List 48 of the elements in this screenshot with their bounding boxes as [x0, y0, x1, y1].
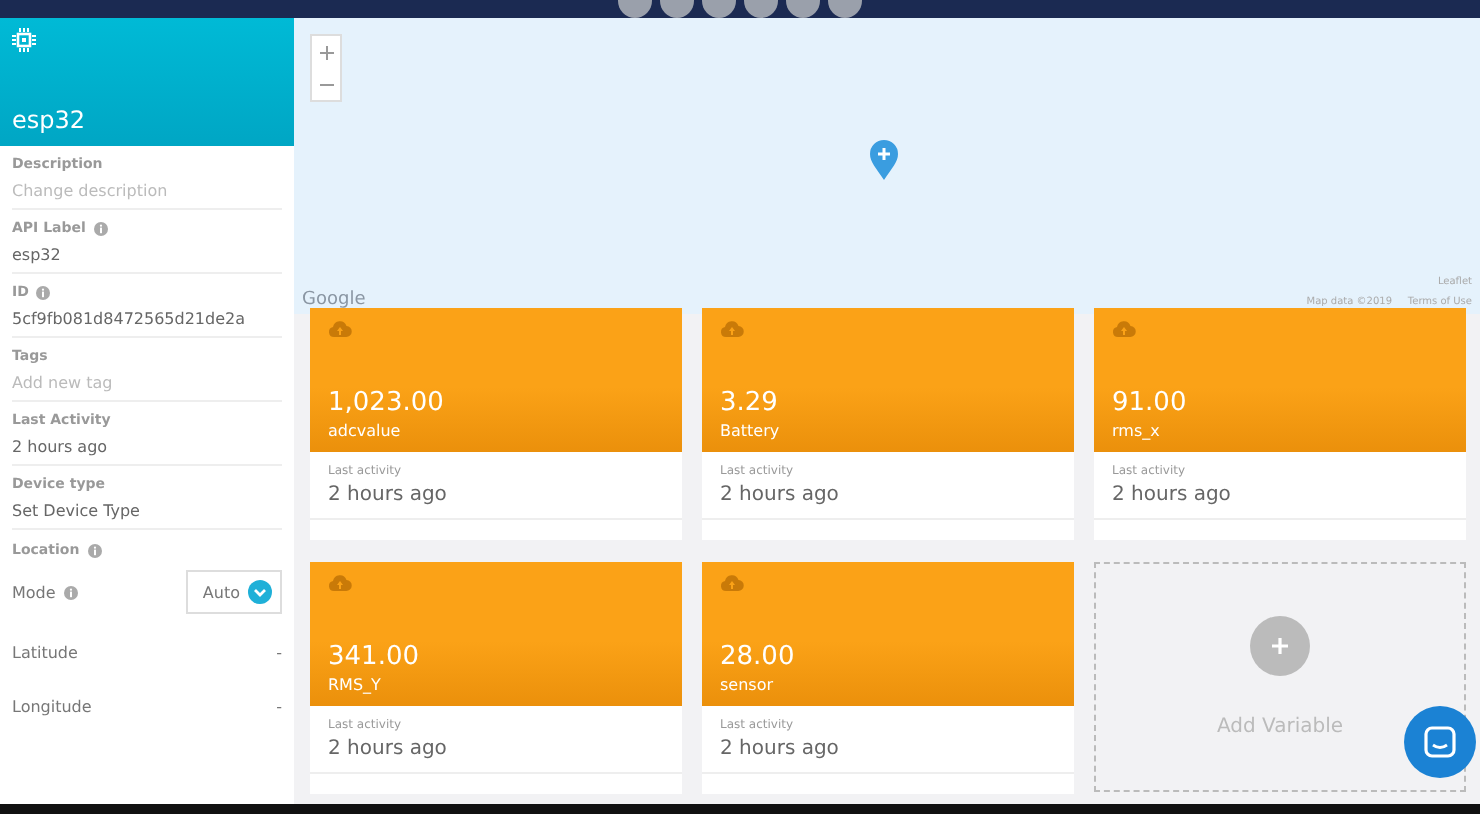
variable-name: Battery	[720, 422, 782, 440]
variable-name: adcvalue	[328, 422, 403, 440]
field-value[interactable]: 5cf9fb081d8472565d21de2a	[12, 310, 282, 328]
cloud-upload-icon	[328, 320, 352, 338]
variable-value: 341.00	[328, 642, 421, 672]
cloud-upload-icon	[1112, 320, 1136, 338]
activity-time: 2 hours ago	[328, 484, 449, 506]
info-icon	[36, 285, 51, 299]
variable-name: rms_x	[1112, 422, 1162, 440]
minus-icon	[319, 83, 333, 85]
field-value[interactable]: 2 hours ago	[12, 438, 282, 456]
activity-time: 2 hours ago	[720, 484, 841, 506]
chip-icon	[12, 28, 36, 52]
mode-dropdown[interactable]: Auto	[186, 570, 282, 614]
variable-value: 91.00	[1112, 388, 1189, 418]
variable-value: 28.00	[720, 642, 797, 672]
variable-value: 3.29	[720, 388, 780, 418]
plus-icon	[1270, 635, 1290, 655]
cloud-upload-icon	[720, 320, 744, 338]
field-value[interactable]: esp32	[12, 246, 282, 264]
activity-time: 2 hours ago	[1112, 484, 1233, 506]
device-name: esp32	[12, 106, 88, 134]
cloud-upload-icon	[328, 574, 352, 592]
map-attribution: Google	[302, 290, 366, 310]
coordinate-value: -	[276, 698, 282, 716]
map-pin-icon[interactable]	[870, 140, 898, 180]
chevron-down-icon	[248, 580, 272, 604]
chat-button[interactable]	[1404, 706, 1476, 778]
field-value[interactable]: Set Device Type	[12, 502, 282, 520]
add-button[interactable]	[1250, 616, 1310, 676]
coordinate-label: Latitude	[12, 644, 78, 662]
mode-label: Mode	[12, 583, 56, 601]
field-input[interactable]: Add new tag	[12, 374, 252, 392]
activity-time: 2 hours ago	[328, 738, 449, 760]
info-icon	[93, 221, 108, 235]
add-variable-label: Add Variable	[1216, 716, 1344, 738]
variable-value: 1,023.00	[328, 388, 446, 418]
chat-icon	[1424, 726, 1456, 758]
info-icon	[87, 543, 102, 557]
variable-name: RMS_Y	[328, 676, 383, 694]
variable-name: sensor	[720, 676, 776, 694]
coordinate-label: Longitude	[12, 698, 92, 716]
activity-time: 2 hours ago	[720, 738, 841, 760]
info-icon	[63, 585, 78, 599]
field-input[interactable]: Change description	[12, 182, 252, 200]
plus-icon	[319, 45, 333, 59]
coordinate-value: -	[276, 644, 282, 662]
cloud-upload-icon	[720, 574, 744, 592]
